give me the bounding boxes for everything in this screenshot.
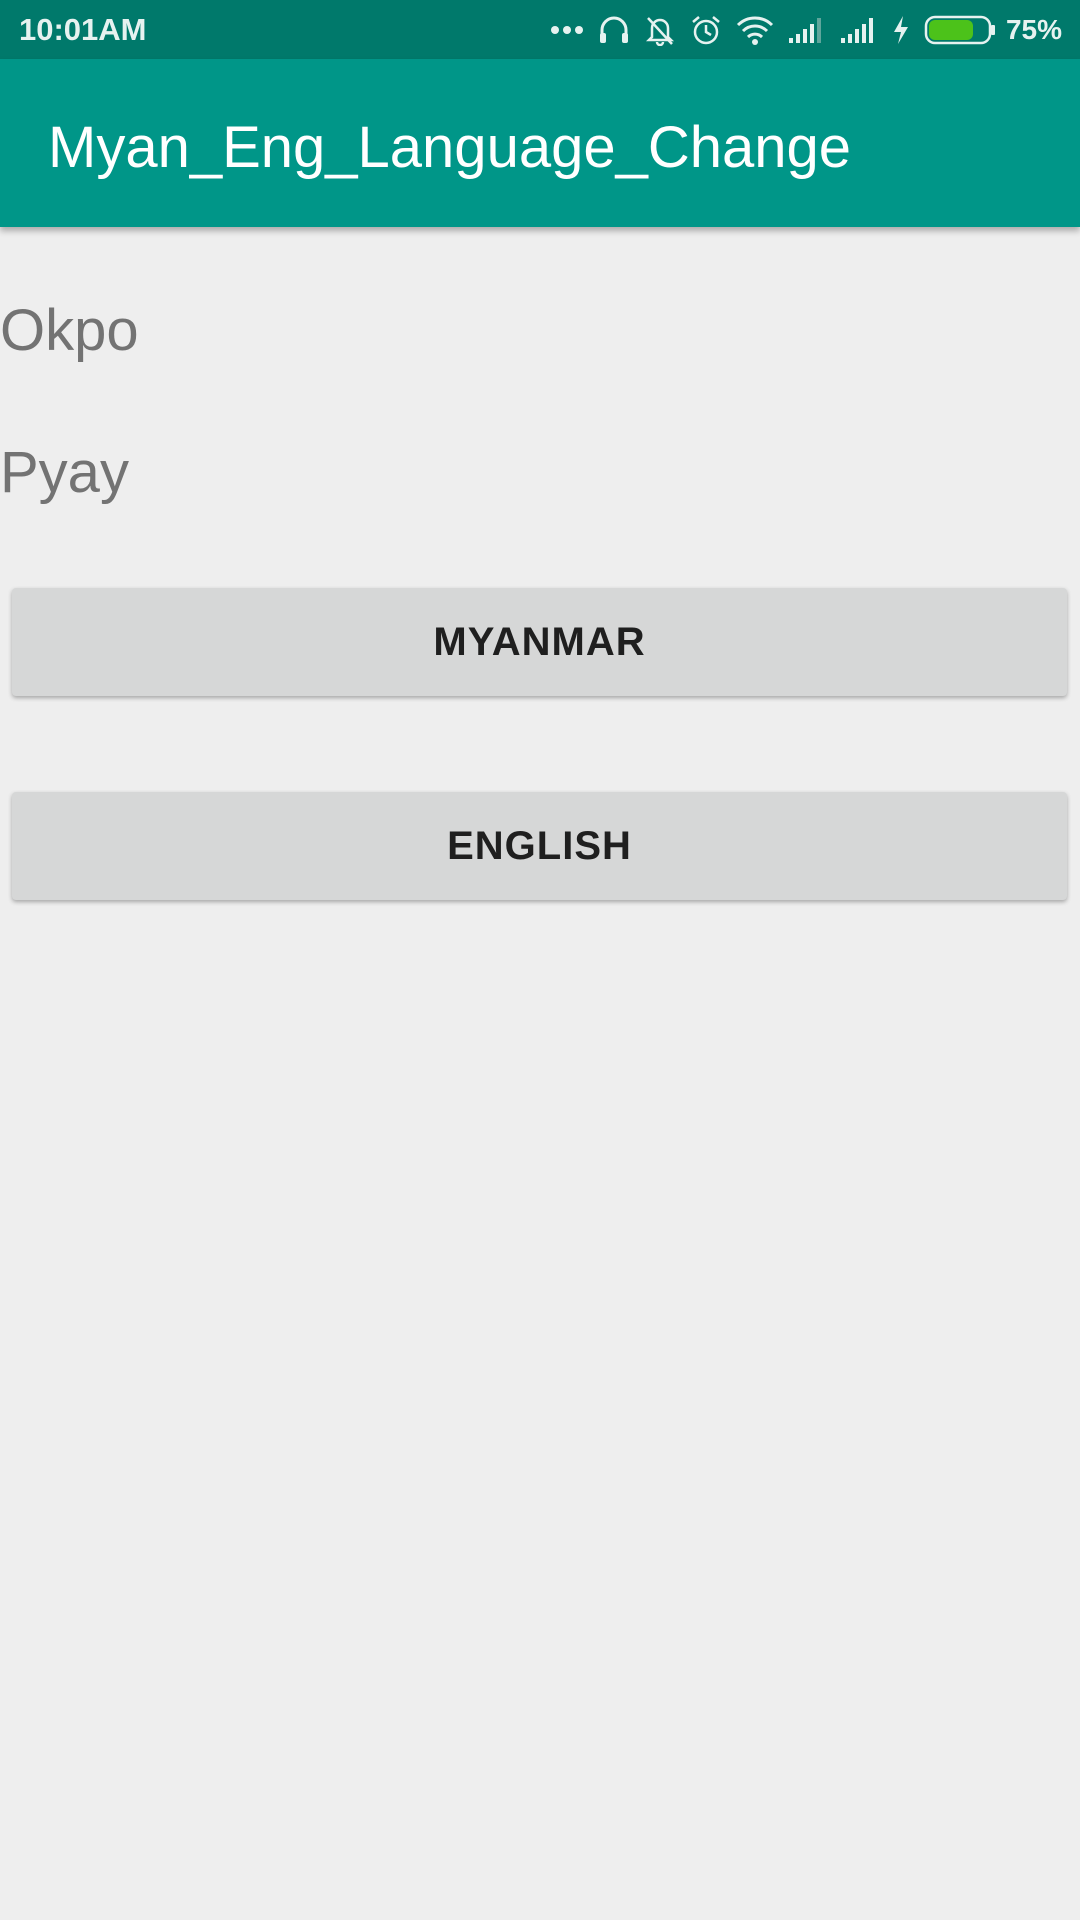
status-time: 10:01AM [19,12,147,47]
more-dots-icon [550,25,584,35]
text-okpo: Okpo [0,298,139,363]
status-icons: 75% [536,8,1062,52]
battery-icon [924,15,996,45]
headphones-icon [598,14,630,46]
app-title: Myan_Eng_Language_Change [48,115,852,180]
myanmar-button[interactable]: MYANMAR [12,588,1067,696]
app-bar: Myan_Eng_Language_Change [0,59,1080,227]
wifi-icon [736,15,774,45]
text-pyay: Pyay [0,440,129,505]
status-bar: 10:01AM 75% [0,0,1080,59]
english-button[interactable]: ENGLISH [12,792,1067,900]
signal-icon [840,16,878,44]
battery-percent: 75% [1005,14,1062,45]
charging-icon [892,15,910,45]
alarm-icon [690,14,722,46]
bell-off-icon [644,14,676,46]
signal-icon [788,16,826,44]
